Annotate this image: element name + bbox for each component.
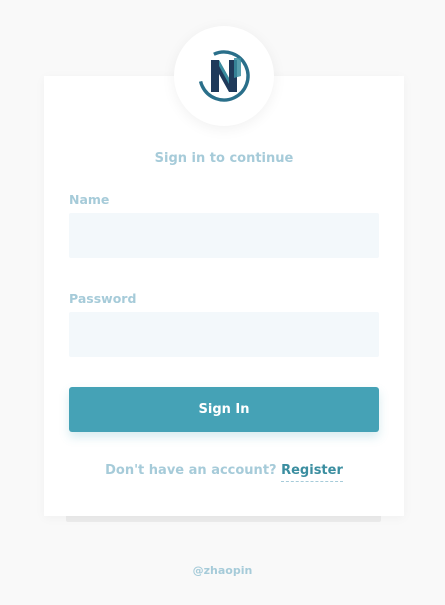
password-input[interactable] [69,312,379,357]
login-page: Sign in to continue Name Password Sign I… [0,0,445,605]
name-input[interactable] [69,213,379,258]
register-prompt: Don't have an account? Register [44,463,404,482]
page-subtitle: Sign in to continue [154,151,294,166]
name-label: Name [69,192,110,207]
footer-credit: @zhaopin [192,564,253,577]
logo-badge [174,26,274,126]
register-link[interactable]: Register [281,463,343,482]
n-logo-icon [198,50,250,102]
sign-in-button[interactable]: Sign In [69,387,379,432]
password-label: Password [69,291,137,306]
register-prompt-text: Don't have an account? [105,463,277,478]
